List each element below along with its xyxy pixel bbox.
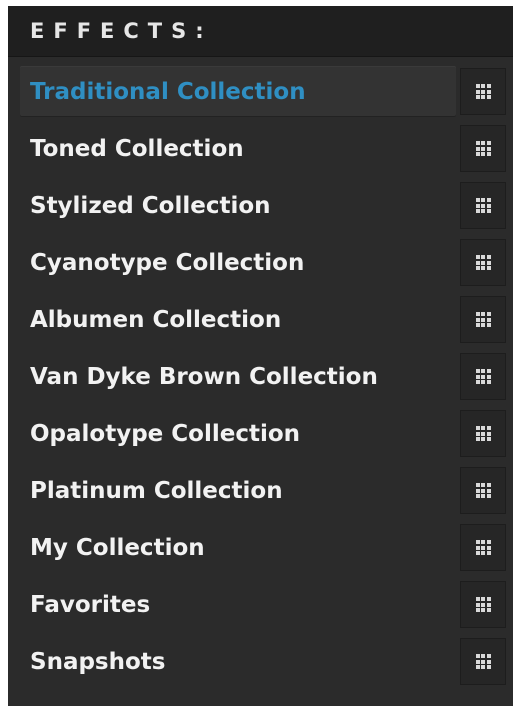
collection-item[interactable]: Cyanotype Collection [20,237,456,288]
grid-view-button[interactable] [460,68,506,115]
grid-view-icon [475,84,491,99]
collection-item[interactable]: Traditional Collection [20,66,456,117]
collection-label: Snapshots [30,648,166,675]
collection-item[interactable]: Favorites [20,579,456,630]
collection-row: Stylized Collection [8,177,513,234]
grid-view-icon [475,369,491,384]
grid-view-button[interactable] [460,296,506,343]
grid-view-button[interactable] [460,638,506,685]
collection-label: My Collection [30,534,205,561]
grid-view-button[interactable] [460,353,506,400]
collection-item[interactable]: Albumen Collection [20,294,456,345]
collection-item[interactable]: Snapshots [20,636,456,687]
grid-view-icon [475,255,491,270]
collection-item[interactable]: Van Dyke Brown Collection [20,351,456,402]
grid-view-icon [475,654,491,669]
grid-view-icon [475,198,491,213]
collection-label: Traditional Collection [30,78,306,105]
grid-view-button[interactable] [460,239,506,286]
collection-row: Cyanotype Collection [8,234,513,291]
grid-view-button[interactable] [460,524,506,571]
collection-label: Opalotype Collection [30,420,301,447]
collection-item[interactable]: Stylized Collection [20,180,456,231]
collection-label: Van Dyke Brown Collection [30,363,378,390]
collection-label: Favorites [30,591,151,618]
effects-collection-list: Traditional Collection Toned Collection St… [8,57,513,690]
collection-item[interactable]: Opalotype Collection [20,408,456,459]
grid-view-button[interactable] [460,581,506,628]
collection-item[interactable]: Platinum Collection [20,465,456,516]
collection-item[interactable]: Toned Collection [20,123,456,174]
collection-row: Opalotype Collection [8,405,513,462]
collection-row: Favorites [8,576,513,633]
grid-view-button[interactable] [460,467,506,514]
grid-view-icon [475,141,491,156]
grid-view-icon [475,312,491,327]
grid-view-button[interactable] [460,125,506,172]
collection-label: Stylized Collection [30,192,271,219]
collection-row: Albumen Collection [8,291,513,348]
collection-label: Platinum Collection [30,477,283,504]
collection-row: Platinum Collection [8,462,513,519]
grid-view-button[interactable] [460,410,506,457]
effects-title: EFFECTS: [30,19,213,43]
effects-header: EFFECTS: [8,6,513,57]
collection-row: Snapshots [8,633,513,690]
effects-panel: EFFECTS: Traditional Collection Toned Col… [8,6,513,706]
collection-label: Cyanotype Collection [30,249,305,276]
collection-row: Traditional Collection [8,63,513,120]
collection-item[interactable]: My Collection [20,522,456,573]
grid-view-icon [475,426,491,441]
grid-view-icon [475,483,491,498]
grid-view-button[interactable] [460,182,506,229]
collection-label: Toned Collection [30,135,244,162]
collection-row: Van Dyke Brown Collection [8,348,513,405]
grid-view-icon [475,597,491,612]
collection-row: Toned Collection [8,120,513,177]
grid-view-icon [475,540,491,555]
collection-row: My Collection [8,519,513,576]
collection-label: Albumen Collection [30,306,282,333]
